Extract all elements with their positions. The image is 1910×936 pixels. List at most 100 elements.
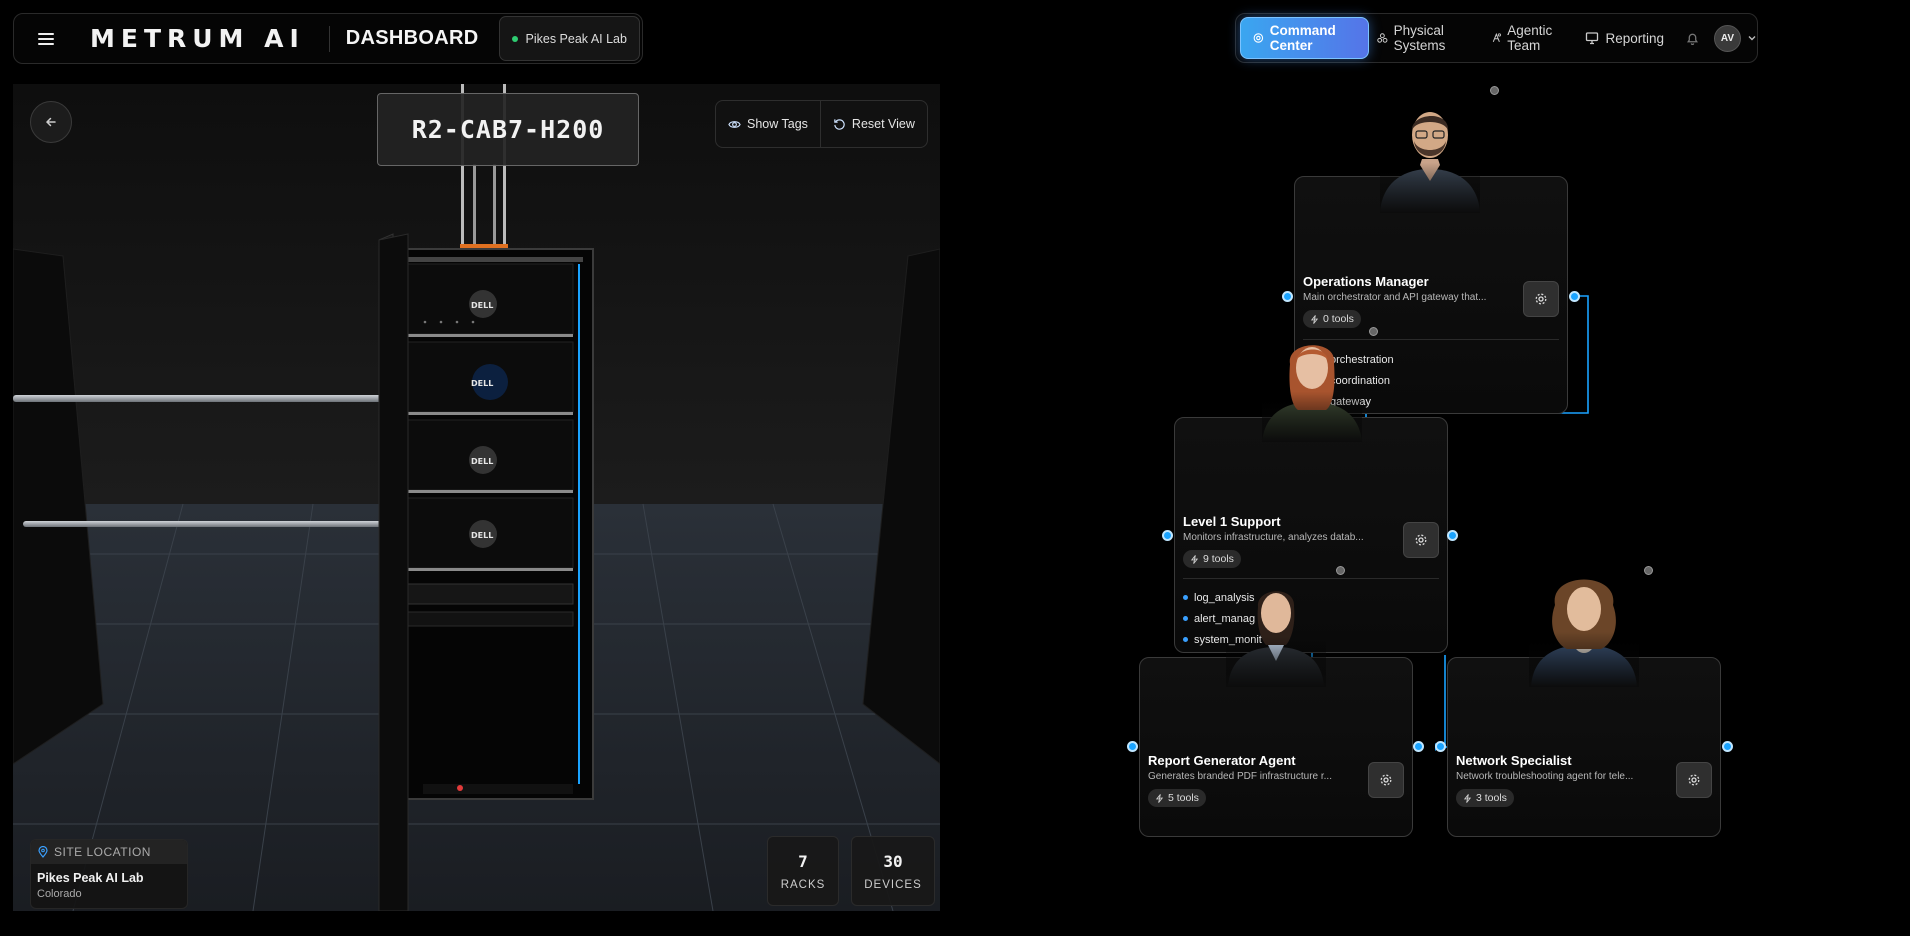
hamburger-icon: [38, 32, 54, 45]
lab-selector[interactable]: Pikes Peak AI Lab: [498, 16, 640, 61]
connection-port[interactable]: [1722, 741, 1733, 752]
site-location-header: SITE LOCATION: [31, 840, 187, 864]
graph-node-dot: [1644, 566, 1653, 575]
bullet-icon: [1183, 616, 1188, 621]
graph-node-dot: [1490, 86, 1499, 95]
site-state: Colorado: [37, 888, 82, 900]
connection-port[interactable]: [1162, 530, 1173, 541]
metrum-logo[interactable]: METRUM AI: [78, 14, 329, 63]
systems-icon: [1377, 33, 1388, 43]
connection-port[interactable]: [1569, 291, 1580, 302]
server-brand-4: DELL: [471, 531, 493, 540]
notifications-button[interactable]: [1678, 31, 1706, 46]
nav-reporting-label: Reporting: [1605, 30, 1665, 46]
operations-manager-avatar: [1380, 101, 1480, 213]
nav-agentic-team[interactable]: Agentic Team: [1483, 17, 1578, 59]
datacenter-scene: DELL DELL DELL DELL: [13, 84, 940, 911]
tools-count-chip: 9 tools: [1183, 550, 1241, 568]
site-name: Pikes Peak AI Lab: [37, 871, 144, 885]
monitor-icon: [1586, 32, 1599, 45]
chevron-down-icon: [1748, 36, 1756, 41]
tools-count: 9 tools: [1203, 553, 1234, 565]
connection-port[interactable]: [1282, 291, 1293, 302]
reset-icon: [834, 118, 845, 130]
nav-command-center-label: Command Center: [1269, 23, 1336, 53]
level-1-support-avatar: [1262, 330, 1362, 442]
connection-port[interactable]: [1447, 530, 1458, 541]
server-brand-2: DELL: [471, 379, 493, 388]
tools-count: 5 tools: [1168, 792, 1199, 804]
devices-stat: 30 DEVICES: [851, 836, 935, 906]
tools-count: 3 tools: [1476, 792, 1507, 804]
gear-icon: [1688, 774, 1700, 786]
user-menu[interactable]: AV: [1713, 24, 1757, 52]
nav-physical-systems[interactable]: Physical Systems: [1369, 17, 1483, 59]
show-tags-button[interactable]: Show Tags: [716, 101, 820, 147]
nav-command-center[interactable]: Command Center: [1240, 17, 1369, 59]
nav-physical-systems-label: Physical Systems: [1393, 23, 1446, 53]
main-nav: Command Center Physical Systems Agentic …: [1235, 13, 1758, 63]
logo-text: METRUM AI: [90, 24, 305, 53]
reset-view-label: Reset View: [851, 117, 915, 131]
agent-graph[interactable]: Operations Manager Main orchestrator and…: [1080, 75, 1800, 855]
server-brand-3: DELL: [471, 457, 493, 466]
racks-label: RACKS: [780, 878, 826, 891]
rack-label: R2-CAB7-H200: [377, 93, 639, 166]
avatar: AV: [1713, 24, 1741, 52]
eye-icon: [728, 120, 741, 128]
racks-count: 7: [798, 851, 808, 871]
agent-name: Operations Manager: [1303, 274, 1429, 289]
menu-button[interactable]: [14, 14, 78, 63]
graph-node-dot: [1369, 327, 1378, 336]
arrow-left-icon: [45, 117, 56, 127]
page-title: DASHBOARD: [345, 27, 479, 49]
tools-count-chip: 5 tools: [1148, 789, 1206, 807]
agent-description: Network troubleshooting agent for tele..…: [1456, 771, 1634, 782]
tools-count-chip: 0 tools: [1303, 310, 1361, 328]
agent-name: Network Specialist: [1456, 753, 1572, 768]
bullet-icon: [1183, 595, 1188, 600]
show-tags-label: Show Tags: [747, 117, 808, 131]
bolt-icon: [1190, 554, 1199, 564]
connection-port[interactable]: [1435, 741, 1446, 752]
server-brand-1: DELL: [471, 301, 493, 310]
agent-name: Report Generator Agent: [1148, 753, 1296, 768]
connection-port[interactable]: [1413, 741, 1424, 752]
site-location-card: SITE LOCATION Pikes Peak AI Lab Colorado: [30, 839, 188, 909]
location-pin-icon: [38, 846, 48, 858]
network-specialist-avatar: [1529, 565, 1639, 687]
bolt-icon: [1155, 793, 1164, 803]
agent-name: Level 1 Support: [1183, 514, 1281, 529]
agent-settings-button[interactable]: [1523, 281, 1559, 317]
bullet-icon: [1183, 637, 1188, 642]
racks-stat: 7 RACKS: [767, 836, 839, 906]
agentic-icon: [1492, 32, 1501, 42]
gear-icon: [1535, 293, 1547, 305]
report-generator-avatar: [1226, 575, 1326, 687]
agent-description: Generates branded PDF infrastructure r..…: [1148, 771, 1332, 782]
reset-view-button[interactable]: Reset View: [819, 101, 927, 147]
bolt-icon: [1310, 314, 1319, 324]
site-location-label: SITE LOCATION: [54, 845, 151, 859]
viewport-toolbar: Show Tags Reset View: [715, 100, 928, 148]
rack-3d-viewport[interactable]: DELL DELL DELL DELL R2-CAB7-H200 Show Ta…: [13, 84, 940, 911]
gear-icon: [1380, 774, 1392, 786]
graph-node-dot: [1336, 566, 1345, 575]
bolt-icon: [1463, 793, 1472, 803]
tools-count-chip: 3 tools: [1456, 789, 1514, 807]
bell-icon: [1686, 33, 1698, 45]
agent-settings-button[interactable]: [1403, 522, 1439, 558]
brand-bar: METRUM AI DASHBOARD Pikes Peak AI Lab: [13, 13, 643, 64]
gear-icon: [1415, 534, 1427, 546]
nav-agentic-team-label: Agentic Team: [1507, 23, 1553, 53]
connection-port[interactable]: [1127, 741, 1138, 752]
agent-settings-button[interactable]: [1676, 762, 1712, 798]
status-dot-icon: [511, 35, 518, 42]
agent-description: Main orchestrator and API gateway that..…: [1303, 292, 1487, 303]
devices-label: DEVICES: [864, 878, 922, 891]
command-icon: [1253, 33, 1264, 43]
back-button[interactable]: [30, 101, 72, 143]
agent-settings-button[interactable]: [1368, 762, 1404, 798]
agent-description: Monitors infrastructure, analyzes datab.…: [1183, 532, 1364, 543]
nav-reporting[interactable]: Reporting: [1577, 17, 1672, 59]
